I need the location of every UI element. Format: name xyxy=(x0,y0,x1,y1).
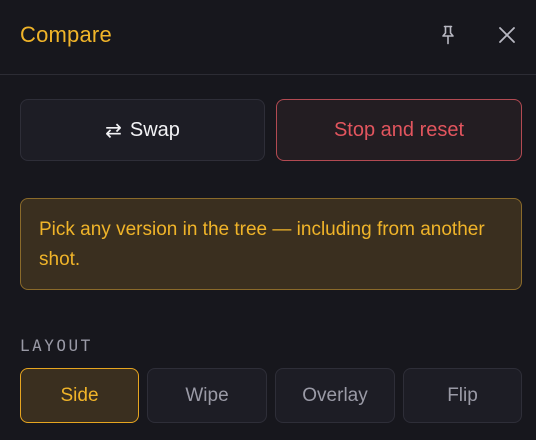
stop-and-reset-button[interactable]: Stop and reset xyxy=(276,99,522,161)
info-note-text: Pick any version in the tree — including… xyxy=(39,219,485,270)
swap-button[interactable]: ⇄ Swap xyxy=(20,99,265,161)
layout-option-flip[interactable]: Flip xyxy=(403,368,522,423)
swap-icon: ⇄ xyxy=(105,119,122,142)
layout-option-side[interactable]: Side xyxy=(20,368,139,423)
layout-section-label: LAYOUT xyxy=(20,336,93,355)
layout-option-wipe[interactable]: Wipe xyxy=(147,368,267,423)
swap-button-label: Swap xyxy=(129,118,180,141)
panel-header: Compare xyxy=(0,0,536,75)
panel-title: Compare xyxy=(20,22,112,47)
pin-icon[interactable] xyxy=(435,22,461,48)
stop-and-reset-label: Stop and reset xyxy=(333,118,465,141)
close-icon[interactable] xyxy=(494,22,520,48)
info-note: Pick any version in the tree — including… xyxy=(20,198,522,290)
layout-option-overlay[interactable]: Overlay xyxy=(275,368,395,423)
